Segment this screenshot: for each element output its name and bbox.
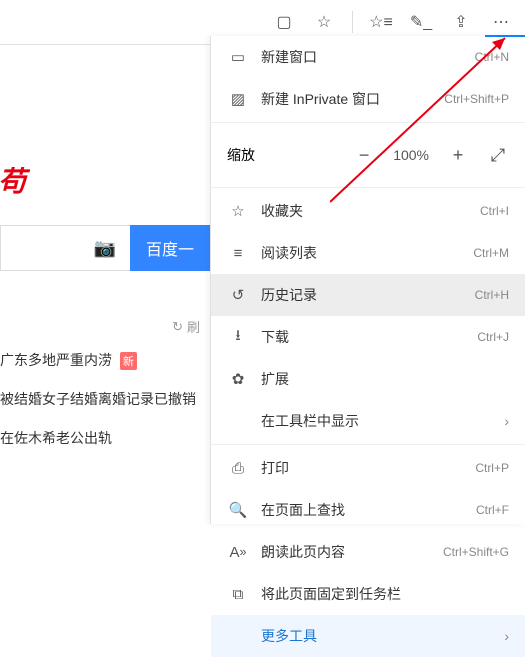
- refresh-label: 刷: [187, 317, 200, 336]
- menu-downloads[interactable]: ⭳ 下载 Ctrl+J: [211, 316, 525, 358]
- note-icon[interactable]: ✎_: [405, 6, 437, 38]
- menu-label: 新建 InPrivate 窗口: [261, 89, 444, 109]
- extensions-icon: ✿: [227, 370, 249, 388]
- menu-shortcut: Ctrl+P: [475, 461, 509, 475]
- page-background: 苟 📷 百度一 ↻ 刷 广东多地严重内涝 新 被结婚女子结婚离婚记录已撤销 在佐…: [0, 45, 210, 524]
- inprivate-icon: ▨: [227, 90, 249, 108]
- star-icon[interactable]: ☆: [308, 6, 340, 38]
- fullscreen-icon[interactable]: ⤢: [487, 145, 509, 166]
- menu-new-window[interactable]: ▭ 新建窗口 Ctrl+N: [211, 36, 525, 78]
- zoom-label: 缩放: [227, 145, 255, 165]
- menu-shortcut: Ctrl+H: [475, 288, 509, 302]
- menu-label: 历史记录: [261, 285, 475, 305]
- menu-shortcut: Ctrl+F: [476, 503, 509, 517]
- menu-shortcut: Ctrl+Shift+G: [443, 545, 509, 559]
- menu-label: 打印: [261, 458, 475, 478]
- favorites-list-icon[interactable]: ☆≡: [365, 6, 397, 38]
- print-icon: ⎙: [227, 460, 249, 477]
- menu-reading-list[interactable]: ≡ 阅读列表 Ctrl+M: [211, 232, 525, 274]
- menu-label: 在页面上查找: [261, 500, 476, 520]
- share-icon[interactable]: ⇪: [445, 6, 477, 38]
- menu-zoom: 缩放 − 100% + ⤢: [211, 125, 525, 185]
- reading-view-icon[interactable]: ▢: [268, 6, 300, 38]
- window-icon: ▭: [227, 48, 249, 66]
- menu-label: 下载: [261, 327, 477, 347]
- menu-shortcut: Ctrl+J: [477, 330, 509, 344]
- menu-label: 扩展: [261, 369, 509, 389]
- menu-label: 在工具栏中显示: [261, 411, 504, 431]
- menu-shortcut: Ctrl+N: [475, 50, 509, 64]
- menu-label: 朗读此页内容: [261, 542, 443, 562]
- overflow-menu: ▭ 新建窗口 Ctrl+N ▨ 新建 InPrivate 窗口 Ctrl+Shi…: [210, 36, 525, 524]
- refresh-icon: ↻: [172, 319, 183, 335]
- logo-fragment: 苟: [0, 160, 26, 200]
- read-aloud-icon: A»: [227, 544, 249, 561]
- menu-find[interactable]: 🔍 在页面上查找 Ctrl+F: [211, 489, 525, 531]
- search-button[interactable]: 百度一: [130, 225, 210, 271]
- menu-pin-taskbar[interactable]: ⧉ 将此页面固定到任务栏: [211, 573, 525, 615]
- zoom-in-button[interactable]: +: [447, 145, 469, 166]
- menu-new-inprivate[interactable]: ▨ 新建 InPrivate 窗口 Ctrl+Shift+P: [211, 78, 525, 120]
- zoom-out-button[interactable]: −: [353, 145, 375, 166]
- menu-shortcut: Ctrl+I: [480, 204, 509, 218]
- refresh-fragment[interactable]: ↻ 刷: [172, 317, 200, 336]
- menu-extensions[interactable]: ✿ 扩展: [211, 358, 525, 400]
- pin-icon: ⧉: [227, 586, 249, 603]
- menu-label: 阅读列表: [261, 243, 473, 263]
- download-icon: ⭳: [227, 325, 249, 350]
- chevron-right-icon: ›: [504, 413, 509, 429]
- news-item[interactable]: 在佐木希老公出轨: [0, 428, 112, 448]
- menu-shortcut: Ctrl+Shift+P: [444, 92, 509, 106]
- menu-favorites[interactable]: ☆ 收藏夹 Ctrl+I: [211, 190, 525, 232]
- toolbar-separator: [352, 11, 353, 33]
- zoom-controls: − 100% + ⤢: [353, 145, 509, 166]
- menu-label: 将此页面固定到任务栏: [261, 584, 509, 604]
- menu-history[interactable]: ↺ 历史记录 Ctrl+H: [211, 274, 525, 316]
- menu-read-aloud[interactable]: A» 朗读此页内容 Ctrl+Shift+G: [211, 531, 525, 573]
- menu-label: 更多工具: [261, 626, 504, 646]
- search-row: 📷 百度一: [0, 225, 210, 271]
- reading-list-icon: ≡: [227, 245, 249, 262]
- new-badge: 新: [120, 352, 137, 370]
- news-text: 广东多地严重内涝: [0, 352, 112, 368]
- more-icon[interactable]: ⋯: [485, 6, 517, 38]
- search-input[interactable]: 📷: [0, 225, 130, 271]
- menu-label: 收藏夹: [261, 201, 480, 221]
- menu-more-tools[interactable]: 更多工具 ›: [211, 615, 525, 657]
- zoom-value: 100%: [393, 147, 429, 163]
- menu-print[interactable]: ⎙ 打印 Ctrl+P: [211, 447, 525, 489]
- history-icon: ↺: [227, 286, 249, 304]
- search-icon: 🔍: [227, 501, 249, 519]
- menu-shortcut: Ctrl+M: [473, 246, 509, 260]
- menu-separator: [211, 187, 525, 188]
- news-item[interactable]: 广东多地严重内涝 新: [0, 350, 137, 370]
- news-item[interactable]: 被结婚女子结婚离婚记录已撤销: [0, 389, 196, 409]
- star-icon: ☆: [227, 202, 249, 220]
- menu-label: 新建窗口: [261, 47, 475, 67]
- camera-icon[interactable]: 📷: [94, 238, 116, 259]
- menu-separator: [211, 444, 525, 445]
- chevron-right-icon: ›: [504, 628, 509, 644]
- menu-separator: [211, 122, 525, 123]
- menu-show-in-toolbar[interactable]: 在工具栏中显示 ›: [211, 400, 525, 442]
